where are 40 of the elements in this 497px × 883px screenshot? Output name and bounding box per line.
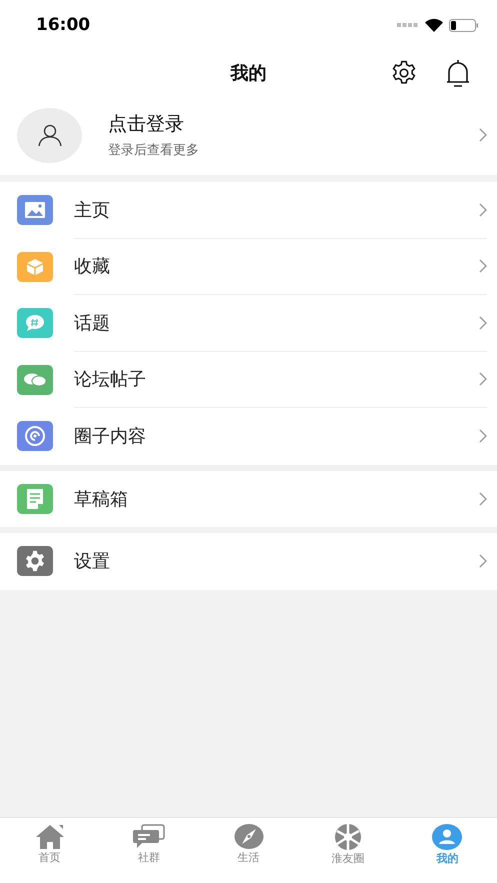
gear-icon [24,550,46,572]
image-icon [25,202,45,218]
chevron-right-icon [479,202,487,217]
page-title: 我的 [230,62,266,84]
tab-item[interactable]: 生活 [198,818,298,883]
chevron-right-icon [479,492,487,506]
status-time: 16:00 [36,15,90,35]
chevron-right-icon [479,554,487,568]
tab-item[interactable]: 首页 [0,818,100,883]
chevron-right-icon [479,128,487,142]
user-icon [432,824,462,850]
hashtag-bubble-icon [25,314,45,332]
menu-item[interactable]: 论坛帖子 [0,352,497,408]
menu-item[interactable]: 设置 [0,533,497,590]
wifi-icon [425,18,443,32]
menu-item[interactable]: 收藏 [0,238,497,295]
chevron-right-icon [479,316,487,330]
chevron-right-icon [479,259,487,274]
chevron-right-icon [479,372,487,386]
chevron-right-icon [479,429,487,444]
signal-icon [397,23,419,27]
battery-icon [449,18,479,32]
tab-item[interactable]: 淮友圈 [298,818,398,883]
chat-bubbles-icon [132,824,166,849]
home-icon [34,824,65,849]
menu-item[interactable]: 主页 [0,182,497,238]
login-subtitle: 登录后查看更多 [108,142,200,159]
login-row[interactable]: 点击登录 登录后查看更多 [0,95,497,175]
menu-item[interactable]: 话题 [0,295,497,352]
chat-bubbles-icon [23,372,47,388]
menu-item[interactable]: 草稿箱 [0,470,497,527]
menu-item[interactable]: 圈子内容 [0,408,497,464]
swirl-icon [25,426,45,446]
compass-icon [234,824,264,849]
login-title: 点击登录 [108,112,185,137]
tab-item[interactable]: 社群 [99,818,199,883]
cube-icon [26,258,44,276]
user-icon [38,123,62,147]
note-icon [27,488,43,509]
aperture-icon [332,824,363,850]
